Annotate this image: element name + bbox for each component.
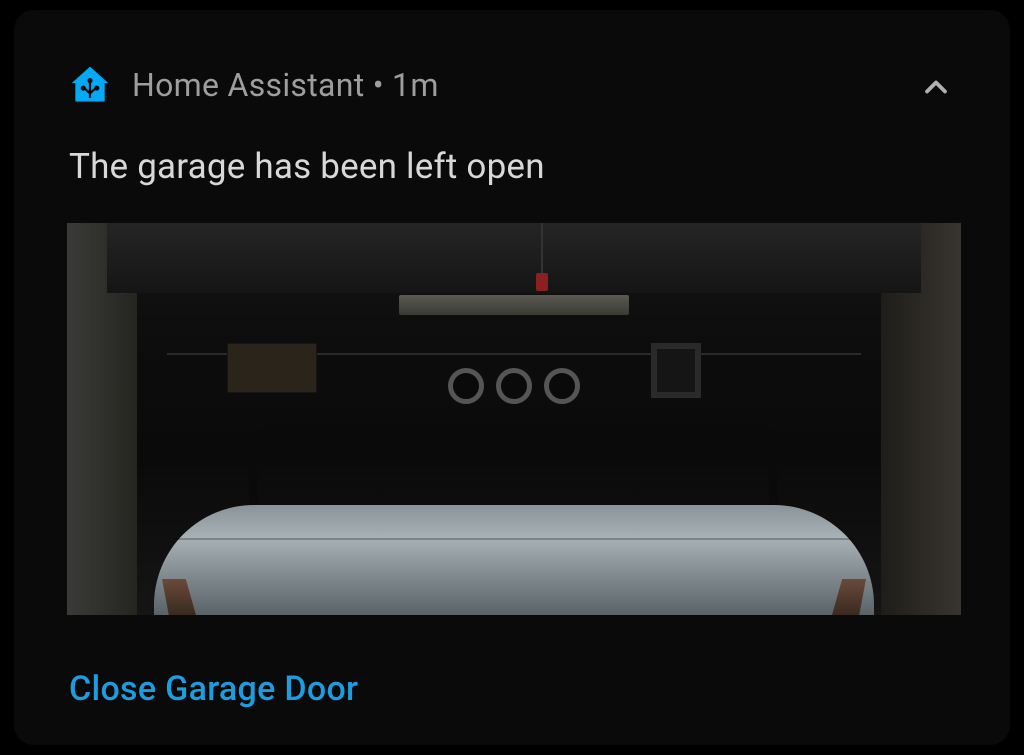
app-name: Home Assistant [132, 66, 364, 104]
timestamp: 1m [392, 66, 439, 104]
notification-title: The garage has been left open [14, 108, 1010, 187]
notification-card: Home Assistant • 1m The garage has been … [14, 10, 1010, 745]
notification-header-text: Home Assistant • 1m [132, 66, 918, 104]
chevron-up-icon[interactable] [918, 69, 954, 109]
close-garage-door-button[interactable]: Close Garage Door [69, 669, 358, 709]
home-assistant-icon [68, 63, 112, 107]
header-separator: • [364, 66, 392, 104]
notification-actions: Close Garage Door [14, 615, 1010, 709]
garage-scene-illustration [67, 223, 961, 615]
notification-image [67, 223, 961, 615]
notification-header: Home Assistant • 1m [14, 10, 1010, 108]
